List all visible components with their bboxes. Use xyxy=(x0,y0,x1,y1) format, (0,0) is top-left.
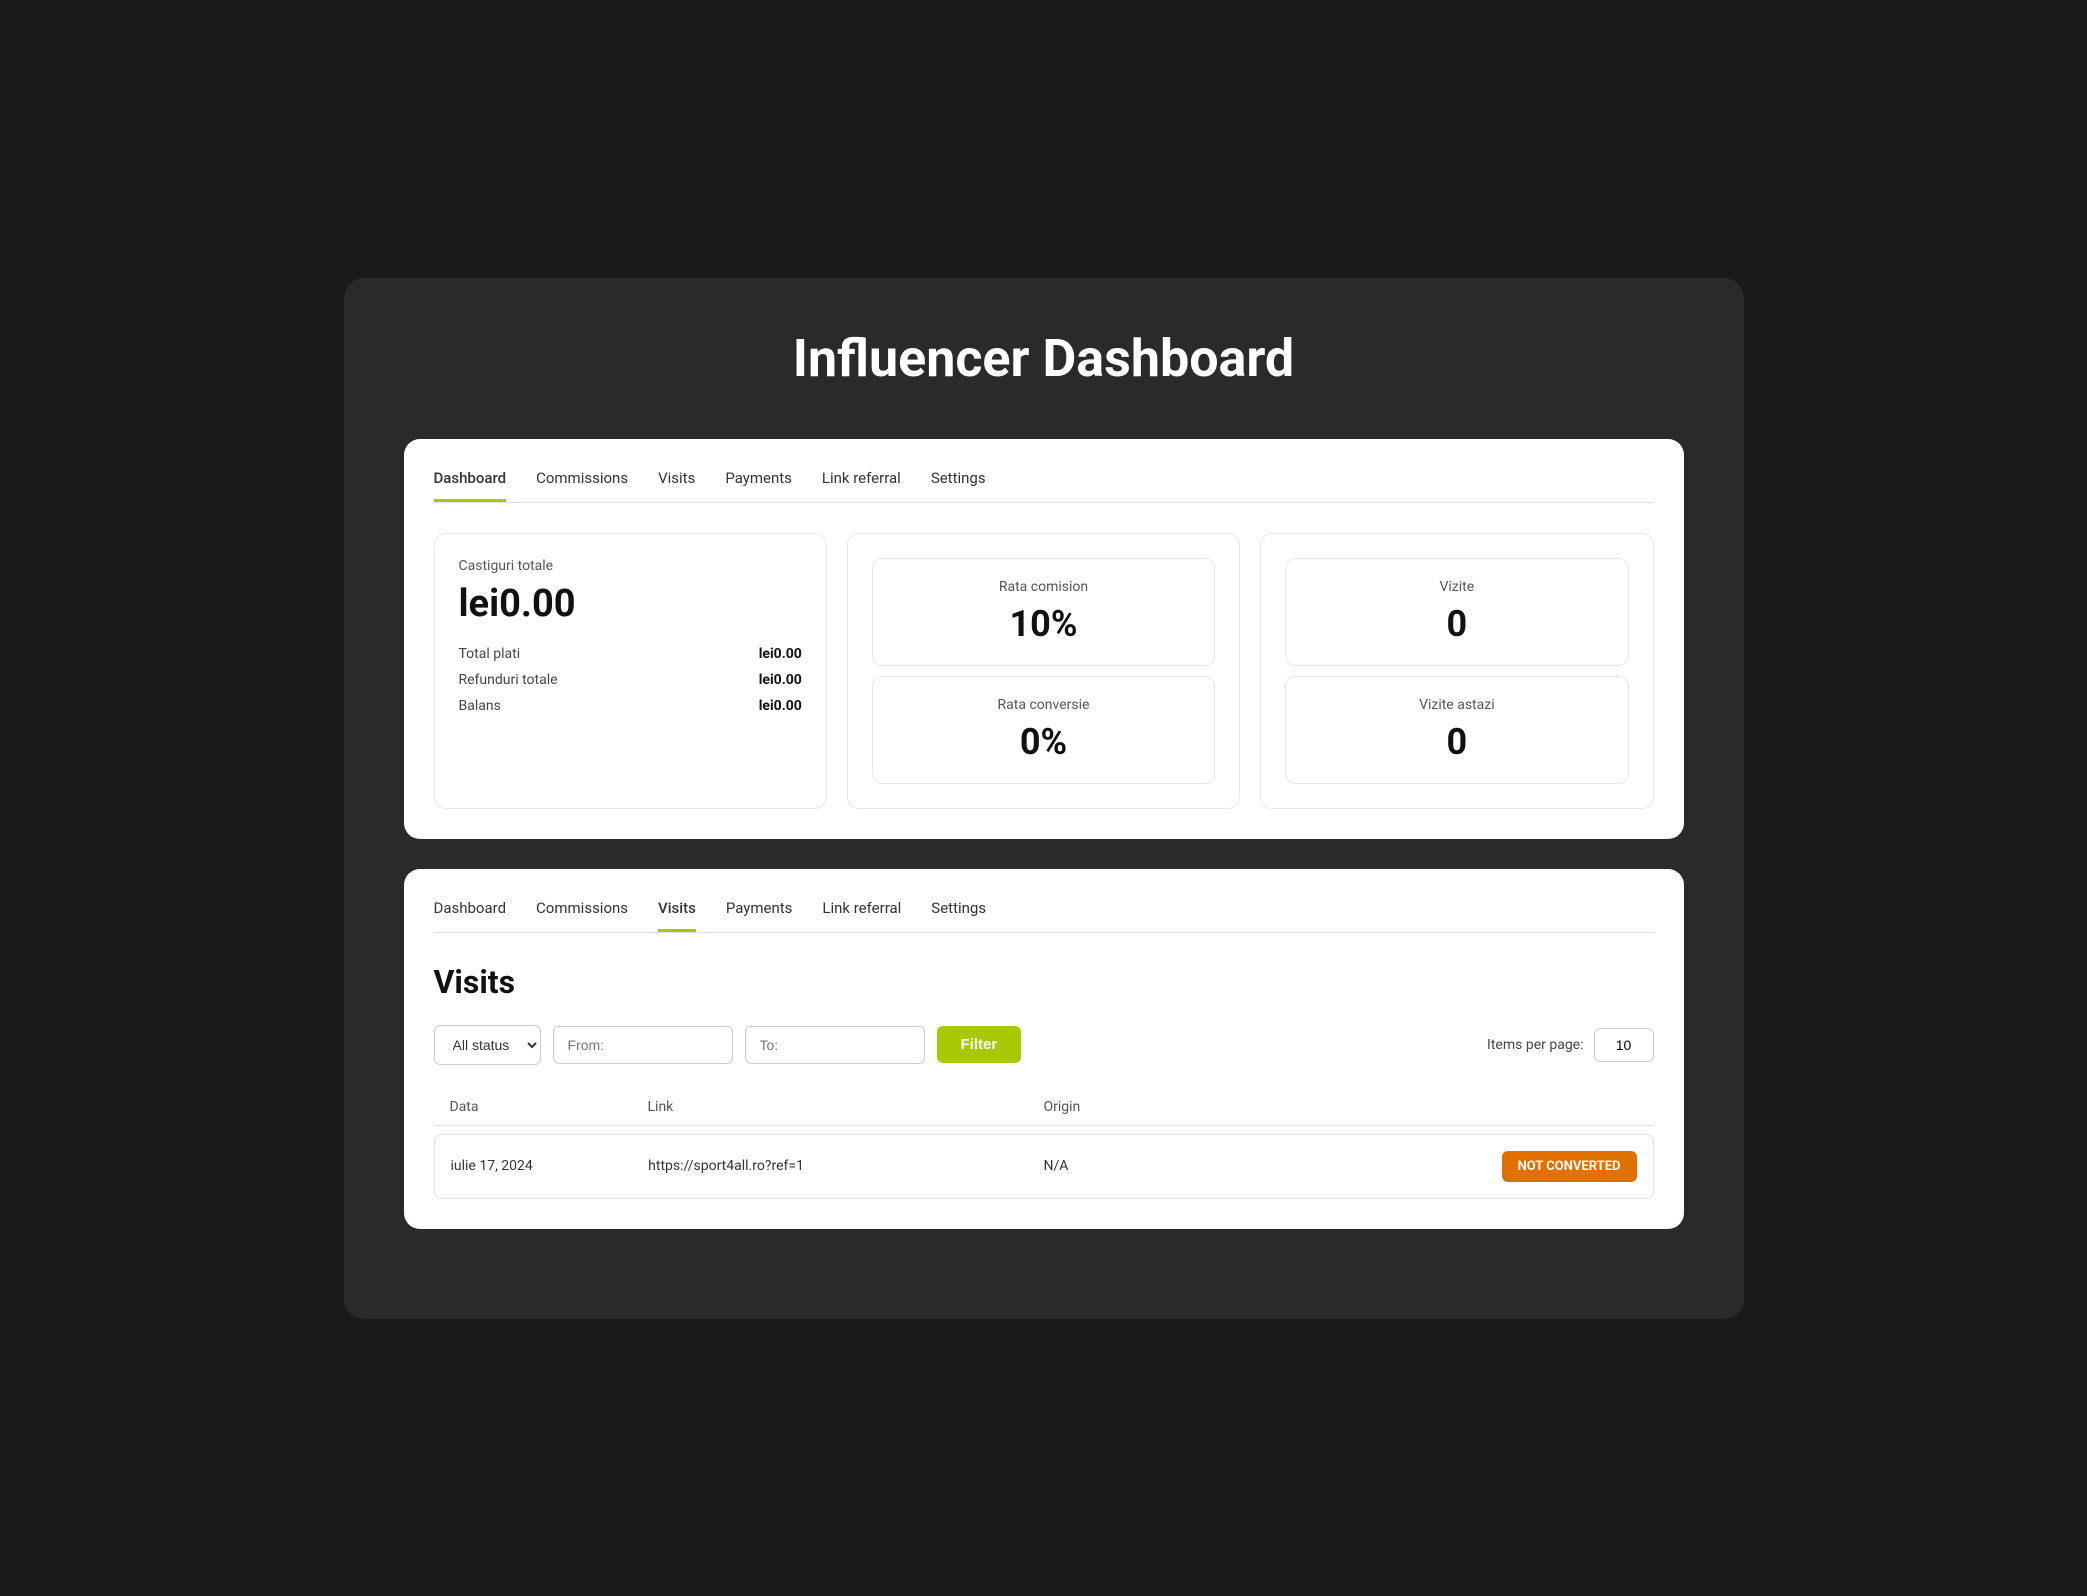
rata-conversie-value: 0% xyxy=(1020,721,1067,763)
items-per-page-input[interactable] xyxy=(1594,1028,1654,1062)
balans-row: Balans lei0.00 xyxy=(459,698,802,714)
filter-button[interactable]: Filter xyxy=(937,1026,1022,1063)
to-date-input[interactable] xyxy=(745,1026,925,1064)
commission-card: Rata comision 10% Rata conversie 0% xyxy=(847,533,1240,809)
visits-card: Vizite 0 Vizite astazi 0 xyxy=(1260,533,1653,809)
tab-visits-1[interactable]: Visits xyxy=(658,469,695,502)
dashboard-tabs: Dashboard Commissions Visits Payments Li… xyxy=(434,469,1654,503)
rata-comision-value: 10% xyxy=(1010,603,1078,645)
refunduri-label: Refunduri totale xyxy=(459,672,558,688)
status-filter-select[interactable]: All status xyxy=(434,1025,541,1065)
col-status xyxy=(1440,1099,1638,1115)
tab-dashboard-1[interactable]: Dashboard xyxy=(434,469,507,502)
earnings-rows: Total plati lei0.00 Refunduri totale lei… xyxy=(459,646,802,714)
total-plati-row: Total plati lei0.00 xyxy=(459,646,802,662)
screen-container: Influencer Dashboard Dashboard Commissio… xyxy=(344,278,1744,1319)
filter-row: All status Filter Items per page: xyxy=(434,1025,1654,1065)
row-link: https://sport4all.ro?ref=1 xyxy=(648,1158,1043,1174)
tab-link-referral-1[interactable]: Link referral xyxy=(822,469,901,502)
rata-comision-card: Rata comision 10% xyxy=(872,558,1215,666)
row-origin: N/A xyxy=(1044,1158,1439,1174)
vizite-astazi-card: Vizite astazi 0 xyxy=(1285,676,1628,784)
table-row: iulie 17, 2024 https://sport4all.ro?ref=… xyxy=(434,1134,1654,1199)
earnings-label: Castiguri totale xyxy=(459,558,802,574)
rata-conversie-card: Rata conversie 0% xyxy=(872,676,1215,784)
items-per-page-label: Items per page: xyxy=(1487,1037,1583,1053)
rata-conversie-label: Rata conversie xyxy=(998,697,1090,713)
total-plati-label: Total plati xyxy=(459,646,521,662)
page-title: Influencer Dashboard xyxy=(404,328,1684,389)
tab-link-referral-2[interactable]: Link referral xyxy=(822,899,901,932)
total-plati-value: lei0.00 xyxy=(759,646,802,662)
refunduri-row: Refunduri totale lei0.00 xyxy=(459,672,802,688)
col-link: Link xyxy=(648,1099,1044,1115)
tab-settings-2[interactable]: Settings xyxy=(931,899,986,932)
tab-commissions-2[interactable]: Commissions xyxy=(536,899,628,932)
visits-section-title: Visits xyxy=(434,963,1654,1001)
tab-visits-2[interactable]: Visits xyxy=(658,899,696,932)
tab-settings-1[interactable]: Settings xyxy=(931,469,986,502)
earnings-value: lei0.00 xyxy=(459,582,802,626)
col-origin: Origin xyxy=(1044,1099,1440,1115)
tab-payments-1[interactable]: Payments xyxy=(725,469,792,502)
tab-commissions-1[interactable]: Commissions xyxy=(536,469,628,502)
col-data: Data xyxy=(450,1099,648,1115)
balans-value: lei0.00 xyxy=(759,698,802,714)
visits-tabs: Dashboard Commissions Visits Payments Li… xyxy=(434,899,1654,933)
vizite-card: Vizite 0 xyxy=(1285,558,1628,666)
balans-label: Balans xyxy=(459,698,501,714)
vizite-value: 0 xyxy=(1447,603,1468,645)
refunduri-value: lei0.00 xyxy=(759,672,802,688)
earnings-card: Castiguri totale lei0.00 Total plati lei… xyxy=(434,533,827,809)
table-header: Data Link Origin xyxy=(434,1089,1654,1126)
visits-card-section: Dashboard Commissions Visits Payments Li… xyxy=(404,869,1684,1229)
tab-dashboard-2[interactable]: Dashboard xyxy=(434,899,507,932)
tab-payments-2[interactable]: Payments xyxy=(726,899,793,932)
vizite-astazi-label: Vizite astazi xyxy=(1419,697,1495,713)
row-date: iulie 17, 2024 xyxy=(451,1158,649,1174)
items-per-page-container: Items per page: xyxy=(1487,1028,1653,1062)
not-converted-badge: NOT CONVERTED xyxy=(1502,1151,1637,1182)
rata-comision-label: Rata comision xyxy=(999,579,1088,595)
from-date-input[interactable] xyxy=(553,1026,733,1064)
stats-grid: Castiguri totale lei0.00 Total plati lei… xyxy=(434,533,1654,809)
dashboard-card: Dashboard Commissions Visits Payments Li… xyxy=(404,439,1684,839)
vizite-label: Vizite xyxy=(1439,579,1474,595)
vizite-astazi-value: 0 xyxy=(1447,721,1468,763)
